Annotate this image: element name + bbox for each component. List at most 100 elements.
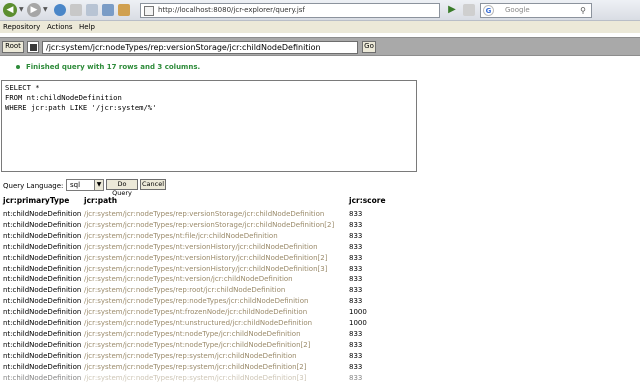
cell-path[interactable]: /jcr:system/jcr:nodeTypes/rep:versionSto… — [84, 220, 334, 230]
table-row: nt:childNodeDefinition/jcr:system/jcr:no… — [3, 231, 423, 241]
table-row: nt:childNodeDefinition/jcr:system/jcr:no… — [3, 253, 423, 263]
query-language-value: sql — [70, 181, 81, 189]
chevron-down-icon[interactable]: ▼ — [94, 180, 103, 190]
cell-primary-type: nt:childNodeDefinition — [3, 275, 82, 284]
cell-score: 833 — [349, 275, 363, 284]
cell-score: 833 — [349, 340, 363, 349]
cell-primary-type: nt:childNodeDefinition — [3, 351, 82, 360]
do-query-button[interactable]: Do Query — [106, 179, 138, 197]
cell-score: 833 — [349, 242, 363, 251]
root-button[interactable]: Root — [2, 41, 24, 53]
save-icon[interactable] — [27, 41, 39, 53]
search-icon[interactable]: ⚲ — [577, 5, 589, 16]
cell-primary-type: nt:childNodeDefinition — [3, 220, 82, 229]
back-dropdown-icon[interactable]: ▼ — [19, 6, 25, 13]
table-row: nt:childNodeDefinition/jcr:system/jcr:no… — [3, 264, 423, 274]
history-icon[interactable] — [118, 4, 130, 16]
forward-dropdown-icon[interactable]: ▼ — [43, 6, 49, 13]
cell-path[interactable]: /jcr:system/jcr:nodeTypes/nt:versionHist… — [84, 264, 327, 274]
bookmark-icon[interactable] — [102, 4, 114, 16]
cell-primary-type: nt:childNodeDefinition — [3, 210, 82, 218]
status-message: Finished query with 17 rows and 3 column… — [26, 63, 201, 71]
cell-score: 833 — [349, 210, 363, 218]
search-placeholder: Google — [505, 6, 530, 14]
cell-path[interactable]: /jcr:system/jcr:nodeTypes/nt:file/jcr:ch… — [84, 231, 278, 241]
status-bullet-icon — [16, 65, 20, 69]
app-menubar: Repository Actions Help — [0, 21, 640, 33]
cell-score: 833 — [349, 329, 363, 338]
table-row: nt:childNodeDefinition/jcr:system/jcr:no… — [3, 318, 423, 328]
page-favicon-icon — [144, 6, 154, 16]
cell-score: 833 — [349, 351, 363, 360]
scroll-fade — [0, 374, 640, 382]
cell-primary-type: nt:childNodeDefinition — [3, 329, 82, 338]
search-engine-icon[interactable] — [463, 4, 475, 16]
go-button[interactable]: Go — [362, 41, 376, 53]
home-icon[interactable] — [86, 4, 98, 16]
cell-score: 833 — [349, 297, 363, 306]
table-row: nt:childNodeDefinition/jcr:system/jcr:no… — [3, 220, 423, 230]
cell-path[interactable]: /jcr:system/jcr:nodeTypes/rep:system/jcr… — [84, 362, 307, 372]
cell-primary-type: nt:childNodeDefinition — [3, 253, 82, 262]
table-row: nt:childNodeDefinition/jcr:system/jcr:no… — [3, 362, 423, 372]
cell-path[interactable]: /jcr:system/jcr:nodeTypes/rep:system/jcr… — [84, 351, 297, 361]
cell-path[interactable]: /jcr:system/jcr:nodeTypes/nt:nodeType/jc… — [84, 340, 310, 350]
forward-arrow-icon[interactable]: ▶ — [27, 3, 41, 17]
query-textarea[interactable]: SELECT * FROM nt:childNodeDefinition WHE… — [1, 80, 417, 172]
menu-actions[interactable]: Actions — [47, 21, 73, 33]
cell-path[interactable]: /jcr:system/jcr:nodeTypes/nt:versionHist… — [84, 253, 327, 263]
menu-help[interactable]: Help — [79, 21, 95, 33]
menu-repository[interactable]: Repository — [3, 21, 40, 33]
cell-primary-type: nt:childNodeDefinition — [3, 340, 82, 349]
table-row: nt:childNodeDefinition/jcr:system/jcr:no… — [3, 242, 423, 252]
table-row: nt:childNodeDefinition/jcr:system/jcr:no… — [3, 274, 423, 284]
reload-icon[interactable] — [54, 4, 66, 16]
cell-primary-type: nt:childNodeDefinition — [3, 297, 82, 306]
google-icon[interactable]: G — [483, 5, 494, 16]
query-language-label: Query Language: — [3, 182, 64, 190]
cell-score: 833 — [349, 231, 363, 240]
cell-path[interactable]: /jcr:system/jcr:nodeTypes/rep:root/jcr:c… — [84, 285, 285, 295]
cell-path[interactable]: /jcr:system/jcr:nodeTypes/nt:version/jcr… — [84, 274, 293, 284]
cell-score: 833 — [349, 362, 363, 371]
path-bar: Root /jcr:system/jcr:nodeTypes/rep:versi… — [0, 37, 640, 56]
cell-path[interactable]: /jcr:system/jcr:nodeTypes/nt:frozenNode/… — [84, 307, 307, 317]
table-row: nt:childNodeDefinition/jcr:system/jcr:no… — [3, 329, 423, 339]
address-url: http://localhost:8080/jcr-explorer/query… — [158, 6, 305, 14]
cell-primary-type: nt:childNodeDefinition — [3, 286, 82, 295]
cell-primary-type: nt:childNodeDefinition — [3, 362, 82, 371]
path-input[interactable]: /jcr:system/jcr:nodeTypes/rep:versionSto… — [42, 41, 358, 54]
cell-score: 833 — [349, 220, 363, 229]
table-row: nt:childNodeDefinition/jcr:system/jcr:no… — [3, 340, 423, 350]
cell-path[interactable]: /jcr:system/jcr:nodeTypes/nt:unstructure… — [84, 318, 312, 328]
cell-primary-type: nt:childNodeDefinition — [3, 308, 82, 317]
back-arrow-icon[interactable]: ◀ — [3, 3, 17, 17]
cell-path[interactable]: /jcr:system/jcr:nodeTypes/rep:nodeTypes/… — [84, 296, 308, 306]
cell-score: 833 — [349, 286, 363, 295]
cell-score: 1000 — [349, 319, 367, 327]
column-header-path: jcr:path — [84, 196, 118, 205]
cell-score: 833 — [349, 253, 363, 262]
cell-primary-type: nt:childNodeDefinition — [3, 242, 82, 251]
table-row: nt:childNodeDefinition/jcr:system/jcr:no… — [3, 209, 423, 219]
cancel-button[interactable]: Cancel — [140, 179, 166, 190]
address-bar[interactable]: http://localhost:8080/jcr-explorer/query… — [140, 3, 440, 18]
column-header-primary-type: jcr:primaryType — [3, 196, 70, 205]
browser-toolbar: ◀ ▼ ▶ ▼ http://localhost:8080/jcr-explor… — [0, 0, 640, 21]
cell-path[interactable]: /jcr:system/jcr:nodeTypes/rep:versionSto… — [84, 209, 324, 219]
table-row: nt:childNodeDefinition/jcr:system/jcr:no… — [3, 351, 423, 361]
cell-primary-type: nt:childNodeDefinition — [3, 264, 82, 273]
cell-primary-type: nt:childNodeDefinition — [3, 231, 82, 240]
cell-path[interactable]: /jcr:system/jcr:nodeTypes/nt:nodeType/jc… — [84, 329, 301, 339]
cell-path[interactable]: /jcr:system/jcr:nodeTypes/nt:versionHist… — [84, 242, 318, 252]
column-header-score: jcr:score — [349, 196, 386, 205]
table-row: nt:childNodeDefinition/jcr:system/jcr:no… — [3, 307, 423, 317]
cell-score: 1000 — [349, 308, 367, 317]
cell-primary-type: nt:childNodeDefinition — [3, 319, 82, 327]
table-row: nt:childNodeDefinition/jcr:system/jcr:no… — [3, 285, 423, 295]
query-language-select[interactable]: sql ▼ — [66, 179, 104, 191]
table-row: nt:childNodeDefinition/jcr:system/jcr:no… — [3, 296, 423, 306]
stop-icon[interactable] — [70, 4, 82, 16]
go-arrow-icon[interactable]: ▶ — [446, 4, 458, 16]
search-box[interactable]: G Google ⚲ — [480, 3, 592, 18]
